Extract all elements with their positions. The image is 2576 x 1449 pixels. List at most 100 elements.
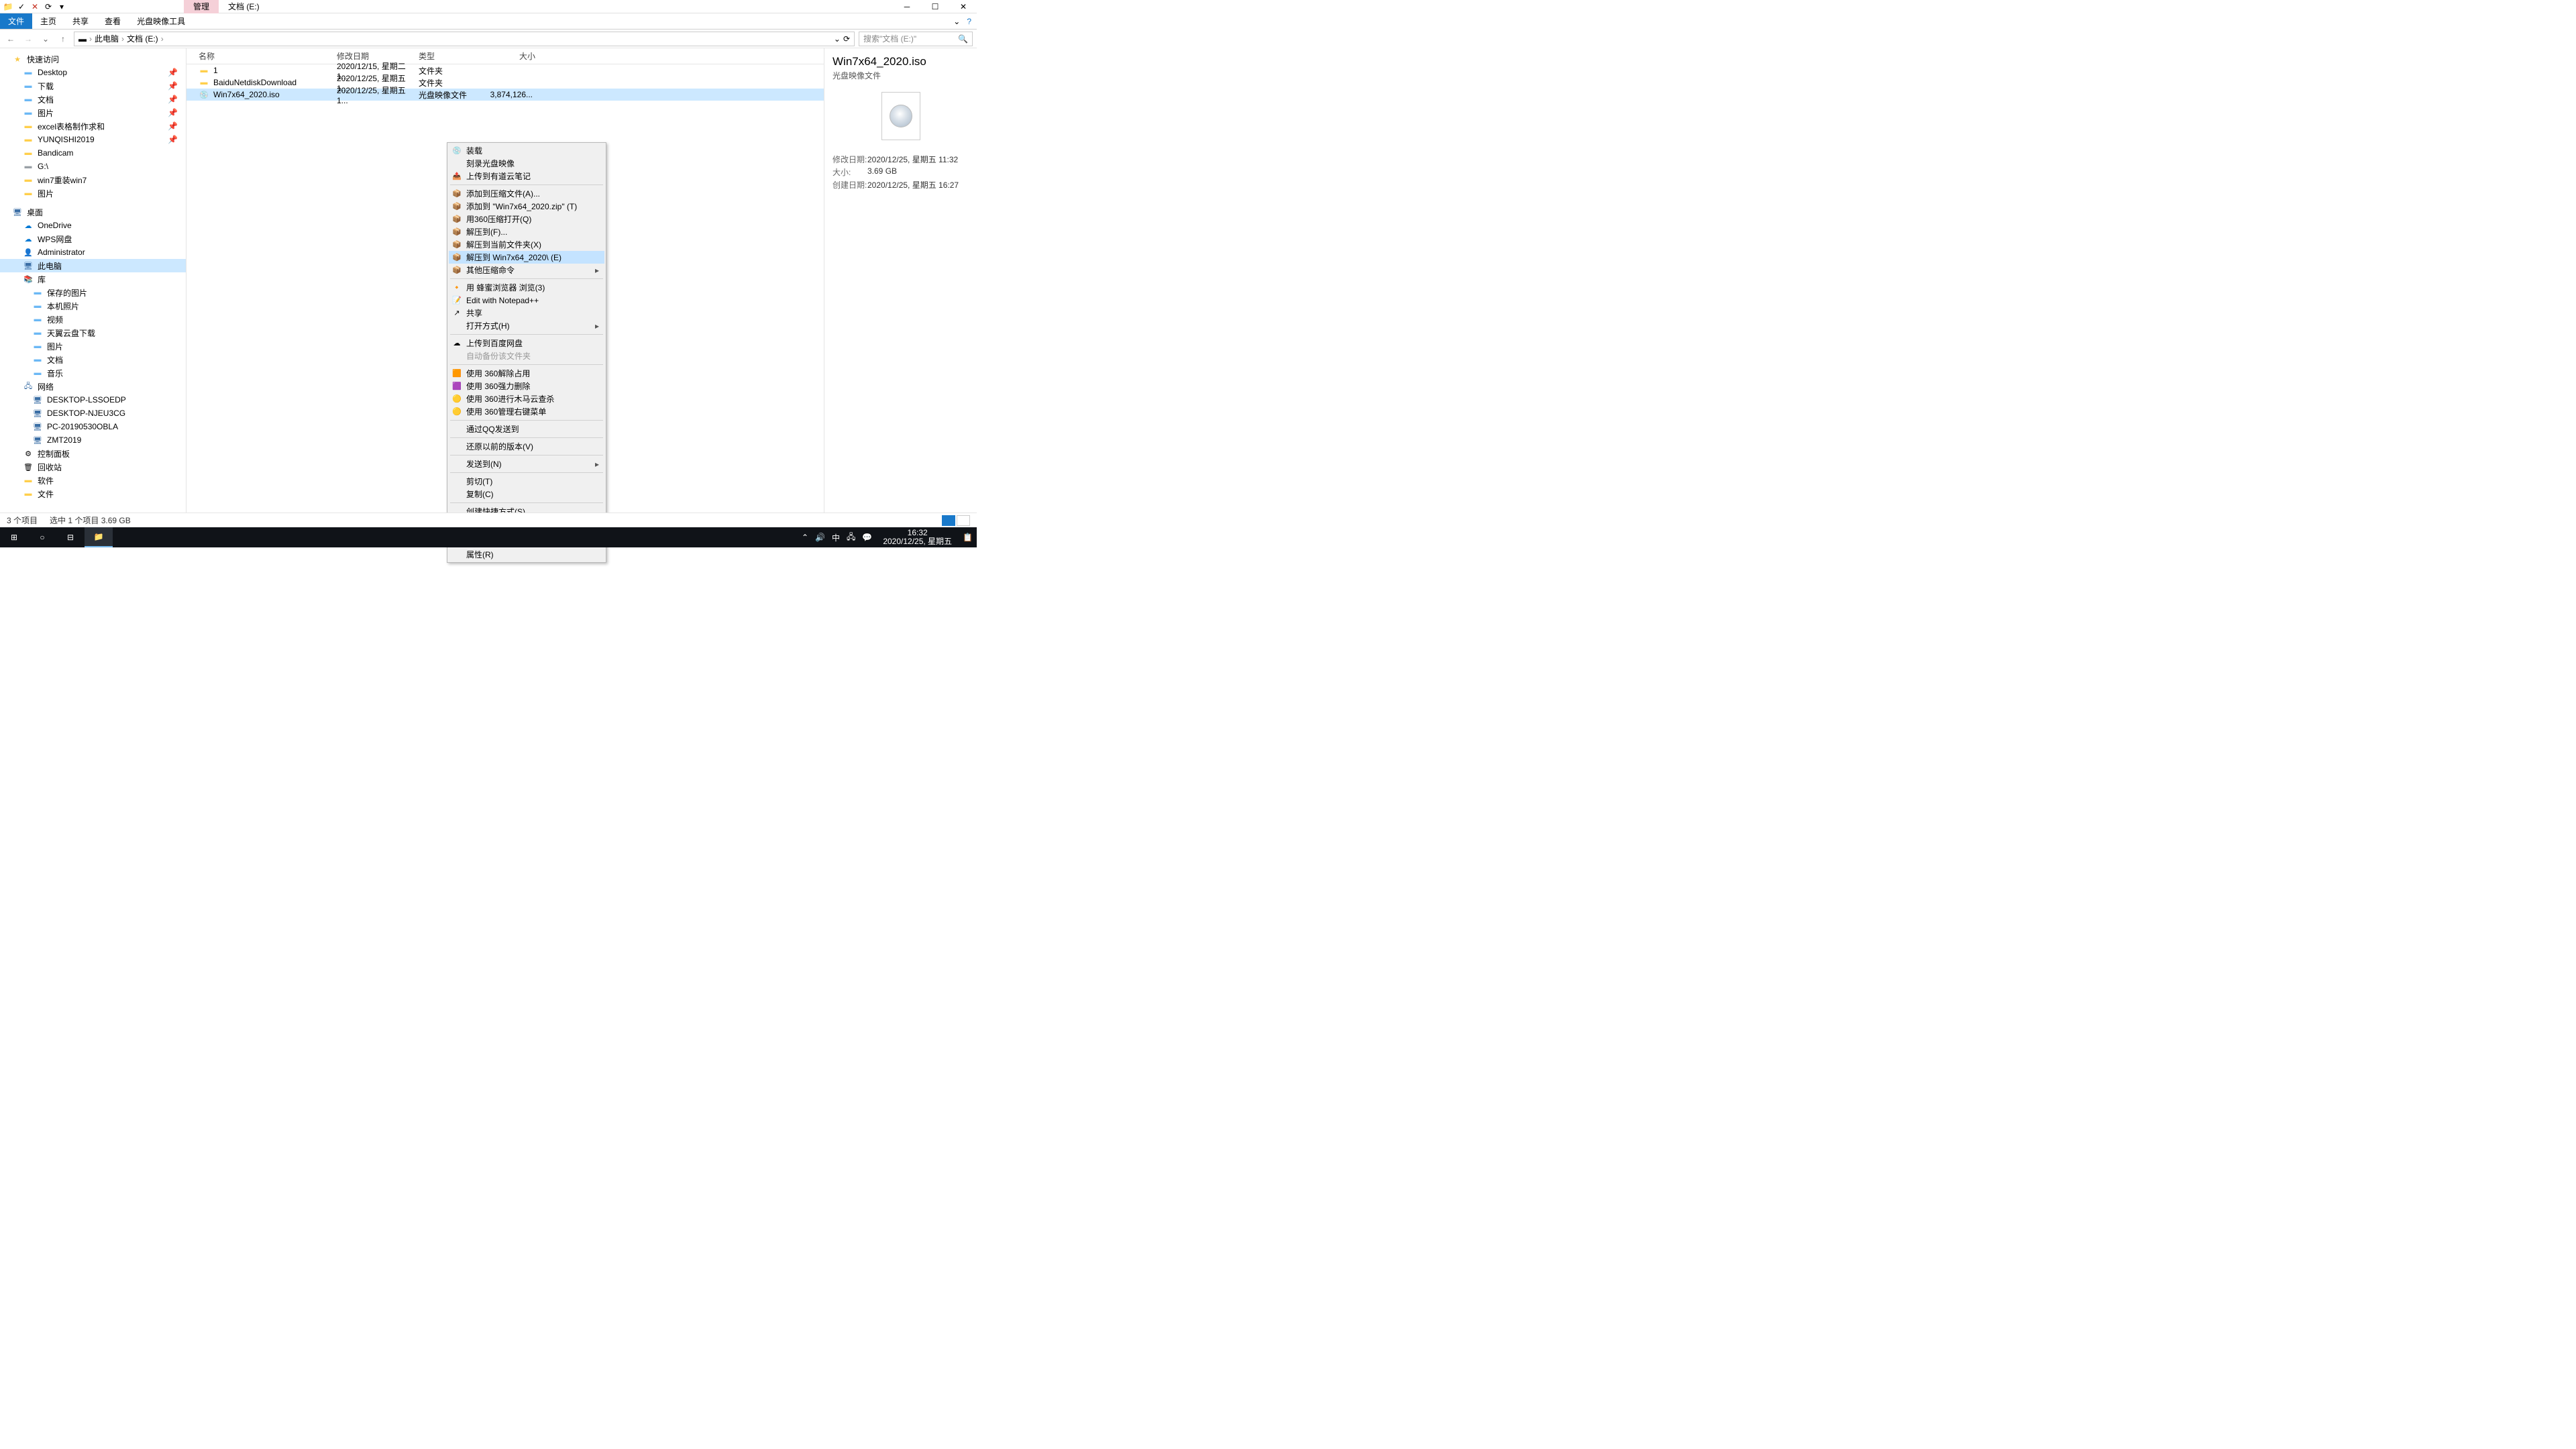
tree-item[interactable]: 🖥DESKTOP-NJEU3CG (0, 407, 186, 420)
tree-item[interactable]: ▬图片 (0, 186, 186, 200)
ribbon-expand-icon[interactable]: ⌄ (953, 17, 960, 26)
tree-desktop-root[interactable]: 🖥桌面 (0, 205, 186, 219)
tree-item[interactable]: ▬win7重装win7 (0, 173, 186, 186)
tree-item[interactable]: ▬YUNQISHI2019📌 (0, 133, 186, 146)
address-dropdown-icon[interactable]: ⌄ (834, 34, 841, 44)
context-menu-item[interactable]: 🟡使用 360管理右键菜单 (449, 405, 604, 418)
recent-dropdown[interactable]: ⌄ (39, 34, 52, 44)
context-menu-item[interactable]: 📦添加到 "Win7x64_2020.zip" (T) (449, 200, 604, 213)
context-menu-item[interactable]: 发送到(N)▸ (449, 458, 604, 470)
context-menu-item[interactable]: 📤上传到有道云笔记 (449, 170, 604, 182)
view-thumbnails-button[interactable] (957, 515, 970, 526)
context-menu-item[interactable]: 通过QQ发送到 (449, 423, 604, 435)
context-menu-item[interactable]: 📦解压到(F)... (449, 225, 604, 238)
context-menu-item[interactable]: 复制(C) (449, 488, 604, 500)
back-button[interactable]: ← (4, 34, 17, 44)
col-type[interactable]: 类型 (419, 50, 488, 62)
tree-item[interactable]: ▬音乐 (0, 366, 186, 380)
context-menu-item[interactable]: 📦解压到当前文件夹(X) (449, 238, 604, 251)
context-menu-item[interactable]: 刻录光盘映像 (449, 157, 604, 170)
chevron-right-icon[interactable]: › (121, 34, 124, 44)
tree-pictures[interactable]: ▬图片📌 (0, 106, 186, 119)
tree-documents[interactable]: ▬文档📌 (0, 93, 186, 106)
tray-overflow-icon[interactable]: ⌃ (802, 533, 808, 542)
search-button[interactable]: ○ (28, 527, 56, 547)
file-row[interactable]: ▬1 2020/12/15, 星期二 1...文件夹 (186, 64, 824, 76)
ime-icon[interactable]: 中 (832, 532, 840, 543)
tree-this-pc[interactable]: 🖥此电脑 (0, 259, 186, 272)
tree-recycle-bin[interactable]: 🗑回收站 (0, 460, 186, 474)
chevron-right-icon[interactable]: › (89, 34, 92, 44)
context-menu-item[interactable]: 🟪使用 360强力删除 (449, 380, 604, 392)
maximize-button[interactable]: ☐ (922, 0, 949, 13)
minimize-button[interactable]: ─ (894, 0, 920, 13)
tree-item[interactable]: ▬文件 (0, 487, 186, 500)
address-bar[interactable]: ▬ › 此电脑 › 文档 (E:) › ⌄ ⟳ (74, 32, 855, 46)
chevron-right-icon[interactable]: › (161, 34, 164, 44)
view-details-button[interactable] (942, 515, 955, 526)
tree-item[interactable]: 🖥ZMT2019 (0, 433, 186, 447)
tree-control-panel[interactable]: ⚙控制面板 (0, 447, 186, 460)
context-menu-item[interactable]: 打开方式(H)▸ (449, 319, 604, 332)
volume-icon[interactable]: 🔊 (815, 533, 825, 542)
col-size[interactable]: 大小 (488, 50, 535, 62)
breadcrumb-location[interactable]: 文档 (E:) (127, 33, 158, 44)
qat-dropdown-icon[interactable]: ▾ (56, 1, 67, 12)
tree-item[interactable]: 🖥PC-20190530OBLA (0, 420, 186, 433)
context-menu-item[interactable]: 📦用360压缩打开(Q) (449, 213, 604, 225)
task-view-button[interactable]: ⊟ (56, 527, 85, 547)
file-row[interactable]: ▬BaiduNetdiskDownload 2020/12/25, 星期五 1.… (186, 76, 824, 89)
tree-item[interactable]: ▬保存的图片 (0, 286, 186, 299)
qat-save-icon[interactable]: ✓ (16, 1, 27, 12)
context-menu-item[interactable]: 📦其他压缩命令▸ (449, 264, 604, 276)
context-menu-item[interactable]: 📦解压到 Win7x64_2020\ (E) (449, 251, 604, 264)
tree-quick-access[interactable]: ★快速访问 (0, 52, 186, 66)
tree-item[interactable]: ▬视频 (0, 313, 186, 326)
context-menu-item[interactable]: ☁上传到百度网盘 (449, 337, 604, 350)
ribbon-tab-view[interactable]: 查看 (97, 13, 129, 29)
ribbon-tab-share[interactable]: 共享 (64, 13, 97, 29)
network-icon[interactable]: 🖧 (847, 531, 855, 545)
tree-wps[interactable]: ☁WPS网盘 (0, 232, 186, 246)
tree-network[interactable]: 🖧网络 (0, 380, 186, 393)
tree-downloads[interactable]: ▬下载📌 (0, 79, 186, 93)
tree-item[interactable]: ▬软件 (0, 474, 186, 487)
context-menu-item[interactable]: 🟧使用 360解除占用 (449, 367, 604, 380)
context-menu-item[interactable]: 🟡使用 360进行木马云查杀 (449, 392, 604, 405)
tree-item[interactable]: ▬本机照片 (0, 299, 186, 313)
help-icon[interactable]: ? (967, 17, 971, 26)
refresh-icon[interactable]: ⟳ (843, 34, 850, 44)
file-row-selected[interactable]: 💿Win7x64_2020.iso 2020/12/25, 星期五 1...光盘… (186, 89, 824, 101)
tree-item[interactable]: ▬天翼云盘下载 (0, 326, 186, 339)
tree-admin[interactable]: 👤Administrator (0, 246, 186, 259)
tree-desktop[interactable]: ▬Desktop📌 (0, 66, 186, 79)
taskbar-clock[interactable]: 16:322020/12/25, 星期五 (879, 529, 956, 546)
context-menu-item[interactable]: 💿装载 (449, 144, 604, 157)
qat-refresh-icon[interactable]: ⟳ (43, 1, 54, 12)
qat-close-icon[interactable]: ✕ (30, 1, 40, 12)
tree-item[interactable]: ▬Bandicam (0, 146, 186, 160)
search-input[interactable]: 搜索"文档 (E:)" 🔍 (859, 32, 973, 46)
ribbon-tab-file[interactable]: 文件 (0, 13, 32, 29)
action-center-icon[interactable]: 💬 (862, 533, 872, 542)
tree-libraries[interactable]: 📚库 (0, 272, 186, 286)
breadcrumb-pc[interactable]: 此电脑 (95, 33, 119, 44)
context-menu-item[interactable]: 🔸用 蜂蜜浏览器 浏览(3) (449, 281, 604, 294)
close-button[interactable]: ✕ (950, 0, 977, 13)
context-menu-item[interactable]: 还原以前的版本(V) (449, 440, 604, 453)
taskbar-explorer[interactable]: 📁 (85, 527, 113, 547)
contextual-tab-manage[interactable]: 管理 (184, 0, 219, 13)
context-menu-item[interactable]: 属性(R) (449, 548, 604, 561)
context-menu-item[interactable]: ↗共享 (449, 307, 604, 319)
tree-item[interactable]: 🖥DESKTOP-LSSOEDP (0, 393, 186, 407)
tree-item[interactable]: ▬图片 (0, 339, 186, 353)
context-menu-item[interactable]: 📝Edit with Notepad++ (449, 294, 604, 307)
context-menu-item[interactable]: 📦添加到压缩文件(A)... (449, 187, 604, 200)
forward-button[interactable]: → (21, 34, 35, 44)
context-menu-item[interactable]: 剪切(T) (449, 475, 604, 488)
ribbon-tab-iso-tools[interactable]: 光盘映像工具 (129, 13, 193, 29)
tray-app-icon[interactable]: 📋 (963, 533, 973, 542)
tree-onedrive[interactable]: ☁OneDrive (0, 219, 186, 232)
tree-item[interactable]: ▬文档 (0, 353, 186, 366)
up-button[interactable]: ↑ (56, 34, 70, 44)
